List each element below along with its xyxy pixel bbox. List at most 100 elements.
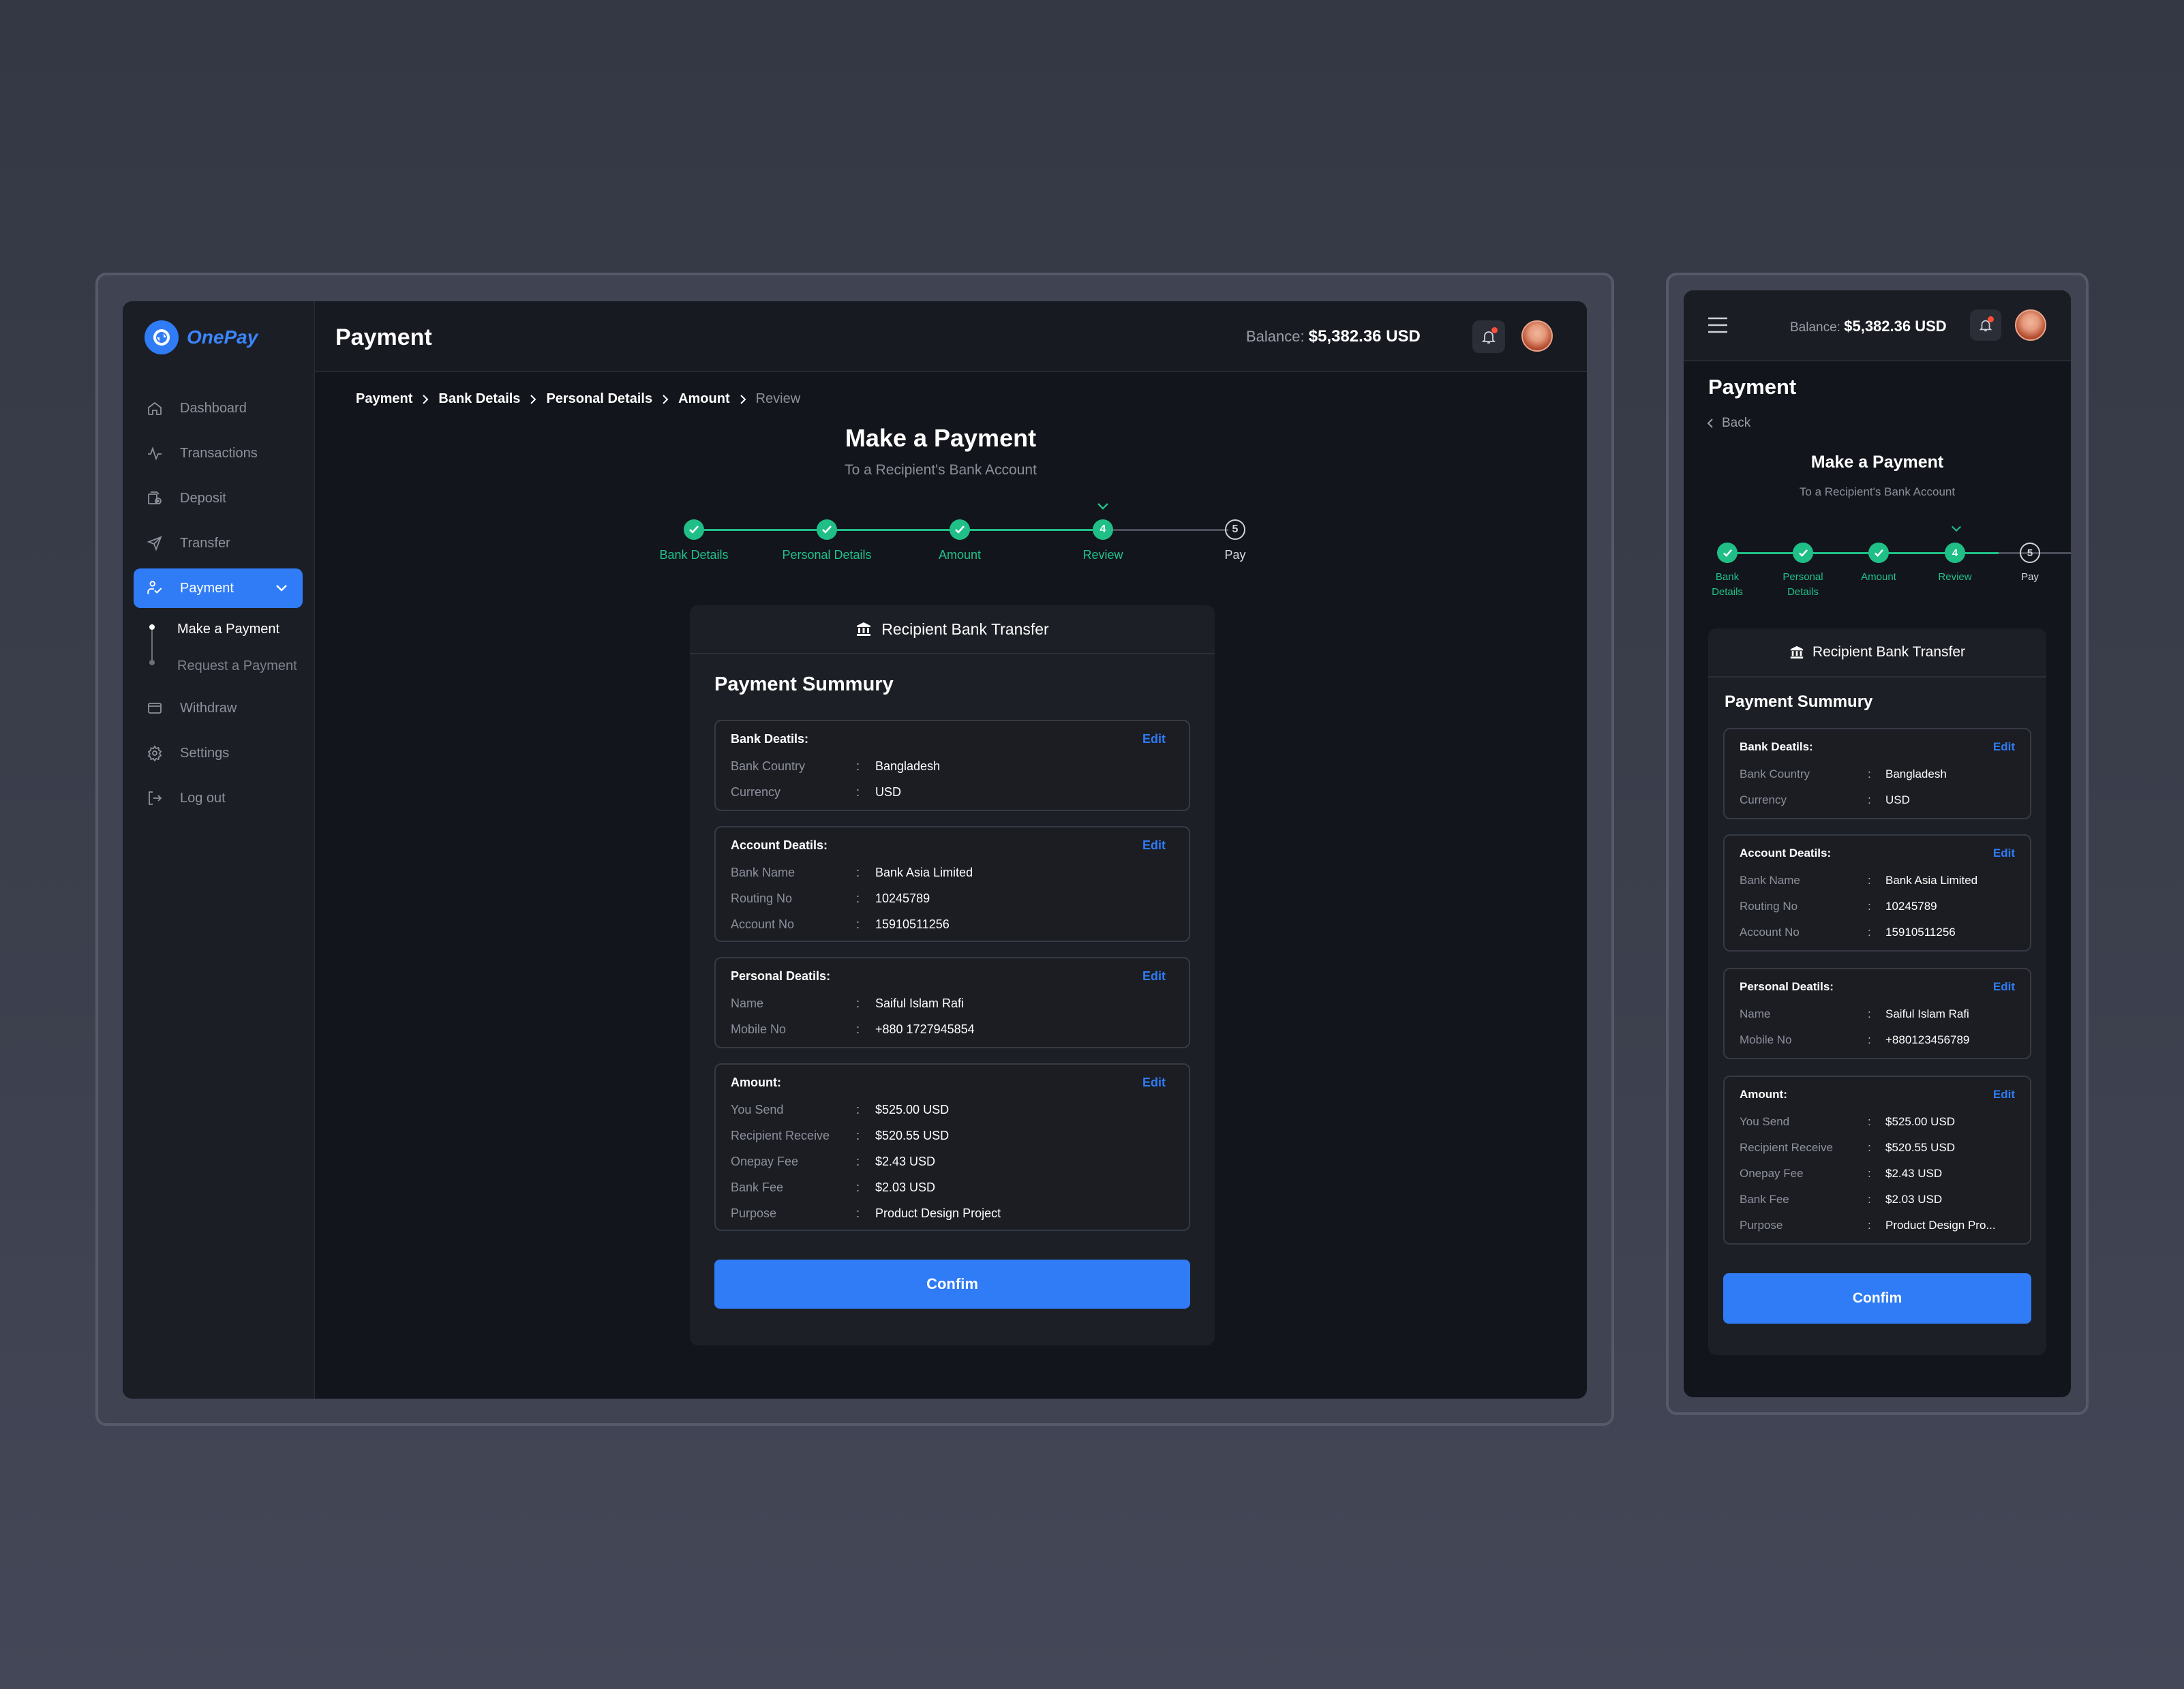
chevron-right-icon xyxy=(530,394,536,404)
breadcrumb: Payment Bank Details Personal Details Am… xyxy=(356,391,800,407)
step-review[interactable]: 4 Review xyxy=(1048,519,1157,562)
confirm-button[interactable]: Confim xyxy=(714,1260,1190,1309)
row-sep: : xyxy=(1868,1115,1871,1128)
current-step-indicator-icon xyxy=(1952,526,1961,532)
breadcrumb-item[interactable]: Payment xyxy=(356,391,412,407)
sidebar-item-label: Payment xyxy=(180,580,234,596)
edit-button[interactable]: Edit xyxy=(1993,1088,2015,1101)
breadcrumb-item[interactable]: Amount xyxy=(678,391,730,407)
row-sep: : xyxy=(856,1022,860,1036)
step-amount[interactable]: Amount xyxy=(905,519,1014,562)
logo[interactable]: OnePay xyxy=(145,320,258,354)
row-key: Currency xyxy=(1740,793,1787,806)
sidebar-item-dashboard[interactable]: Dashboard xyxy=(134,386,303,431)
row-sep: : xyxy=(856,917,860,931)
step-label-line: Details xyxy=(1712,586,1743,598)
detail-row: Name: Saiful Islam Rafi xyxy=(1740,1007,1969,1021)
check-icon xyxy=(1793,543,1813,563)
row-key: Routing No xyxy=(1740,900,1798,913)
notification-button[interactable] xyxy=(1472,320,1505,353)
hamburger-menu-icon[interactable] xyxy=(1707,316,1729,334)
step-bank-details[interactable]: Bank Details xyxy=(1697,543,1757,600)
section-title: Personal Deatils: xyxy=(731,969,831,983)
step-bank-details[interactable]: Bank Details xyxy=(639,519,748,562)
row-key: Bank Fee xyxy=(1740,1193,1789,1206)
summary-card: Recipient Bank Transfer Payment Summury … xyxy=(690,605,1215,1345)
sidebar: OnePay Dashboard Transactions Deposit Tr… xyxy=(123,301,315,1399)
row-value: 10245789 xyxy=(1885,900,1937,913)
chevron-down-icon[interactable] xyxy=(275,584,288,592)
row-value: 15910511256 xyxy=(1885,926,1956,939)
detail-row: Bank Country: Bangladesh xyxy=(1740,767,1947,781)
balance-value: $5,382.36 USD xyxy=(1844,318,1947,335)
row-sep: : xyxy=(856,1129,860,1142)
detail-row: Bank Name: Bank Asia Limited xyxy=(1740,874,1977,887)
row-value: Saiful Islam Rafi xyxy=(1885,1007,1969,1020)
detail-row: Purpose: Product Design Project xyxy=(731,1206,1001,1221)
step-pay[interactable]: 5 Pay xyxy=(2000,543,2060,585)
back-link[interactable]: Back xyxy=(1707,416,1750,431)
row-value: Product Design Project xyxy=(875,1206,1001,1220)
submenu-make-payment[interactable]: Make a Payment xyxy=(177,611,303,648)
activity-icon xyxy=(145,443,165,463)
detail-row: Currency: USD xyxy=(1740,793,1910,807)
edit-button[interactable]: Edit xyxy=(1993,847,2015,860)
row-key: Recipient Receive xyxy=(1740,1141,1834,1154)
edit-button[interactable]: Edit xyxy=(1993,980,2015,994)
sidebar-item-withdraw[interactable]: Withdraw xyxy=(134,686,303,731)
row-key: Account No xyxy=(1740,926,1800,939)
edit-button[interactable]: Edit xyxy=(1142,838,1166,853)
row-key: Name xyxy=(731,996,764,1010)
row-value: $2.03 USD xyxy=(1885,1193,1943,1206)
row-value: Bangladesh xyxy=(1885,767,1947,780)
sidebar-item-payment[interactable]: Payment xyxy=(134,568,303,608)
row-value: $525.00 USD xyxy=(875,1103,950,1116)
step-review[interactable]: 4 Review xyxy=(1925,543,1985,585)
row-value: Product Design Pro... xyxy=(1885,1219,1996,1232)
personal-details-section: Personal Deatils: Edit Name: Saiful Islam… xyxy=(714,957,1190,1048)
avatar[interactable] xyxy=(1521,320,1553,352)
step-amount[interactable]: Amount xyxy=(1849,543,1909,585)
row-sep: : xyxy=(856,1103,860,1116)
section-title: Bank Deatils: xyxy=(1740,740,1813,753)
sidebar-item-settings[interactable]: Settings xyxy=(134,731,303,776)
confirm-button[interactable]: Confim xyxy=(1723,1273,2031,1324)
step-personal-details[interactable]: Personal Details xyxy=(759,519,895,562)
detail-row: Routing No: 10245789 xyxy=(1740,900,1937,913)
edit-button[interactable]: Edit xyxy=(1993,740,2015,754)
sidebar-item-transfer[interactable]: Transfer xyxy=(134,521,303,566)
detail-row: Recipient Receive: $520.55 USD xyxy=(1740,1141,1955,1155)
section-title: Account Deatils: xyxy=(731,838,828,852)
edit-button[interactable]: Edit xyxy=(1142,732,1166,746)
row-sep: : xyxy=(856,1206,860,1220)
row-value: $2.43 USD xyxy=(875,1155,936,1168)
avatar[interactable] xyxy=(2015,309,2046,341)
detail-row: Currency: USD xyxy=(731,785,901,800)
edit-button[interactable]: Edit xyxy=(1142,969,1166,984)
sidebar-item-deposit[interactable]: Deposit xyxy=(134,476,303,521)
personal-details-section: Personal Deatils: Edit Name: Saiful Islam… xyxy=(1723,968,2031,1059)
submenu-request-payment[interactable]: Request a Payment xyxy=(177,648,303,684)
breadcrumb-item[interactable]: Personal Details xyxy=(546,391,652,407)
summary-card: Recipient Bank Transfer Payment Summury … xyxy=(1708,628,2046,1355)
sidebar-item-transactions[interactable]: Transactions xyxy=(134,431,303,476)
row-value: Bank Asia Limited xyxy=(1885,874,1978,887)
edit-button[interactable]: Edit xyxy=(1142,1076,1166,1090)
row-value: $2.03 USD xyxy=(875,1181,936,1194)
sidebar-item-logout[interactable]: Log out xyxy=(134,776,303,821)
row-value: Saiful Islam Rafi xyxy=(875,996,965,1010)
row-sep: : xyxy=(856,892,860,905)
breadcrumb-item[interactable]: Bank Details xyxy=(438,391,520,407)
row-sep: : xyxy=(1868,1219,1871,1232)
submenu-line xyxy=(151,624,153,663)
step-personal-details[interactable]: Personal Details xyxy=(1773,543,1833,600)
row-key: Onepay Fee xyxy=(731,1155,799,1168)
step-pay[interactable]: 5 Pay xyxy=(1181,519,1290,562)
row-value: USD xyxy=(875,785,902,799)
payment-icon xyxy=(145,578,165,598)
row-key: Currency xyxy=(731,785,781,799)
payment-heading: Make a Payment xyxy=(845,424,1037,452)
card-header: Recipient Bank Transfer xyxy=(690,605,1215,654)
row-sep: : xyxy=(1868,1141,1871,1154)
notification-button[interactable] xyxy=(1970,309,2001,341)
